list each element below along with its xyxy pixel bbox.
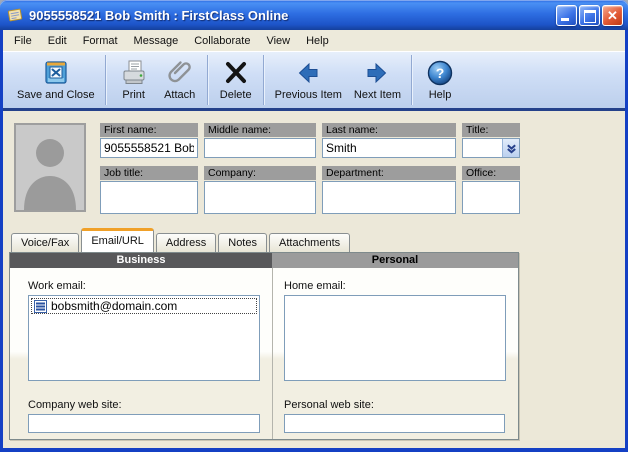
personal-web-site-input[interactable] xyxy=(284,414,505,433)
last-name-input[interactable] xyxy=(322,138,456,158)
next-item-button[interactable]: Next Item xyxy=(348,56,407,104)
toolbar-button-label: Previous Item xyxy=(275,89,342,101)
work-email-text: bobsmith@domain.com xyxy=(51,299,177,313)
first-name-input[interactable] xyxy=(100,138,198,158)
title-select[interactable] xyxy=(462,138,520,158)
menu-item-view[interactable]: View xyxy=(258,32,298,50)
tab-address[interactable]: Address xyxy=(156,233,216,252)
tab-attachments[interactable]: Attachments xyxy=(269,233,350,252)
middle-name-label: Middle name: xyxy=(204,123,316,137)
contact-header-form: First name: Job title: Middle name: Comp… xyxy=(3,111,625,228)
previous-item-icon xyxy=(293,58,323,88)
tab-email-url[interactable]: Email/URL xyxy=(81,228,154,252)
toolbar-separator xyxy=(263,55,265,105)
column-divider xyxy=(272,268,273,439)
toolbar-button-label: Delete xyxy=(220,89,252,101)
person-silhouette-icon xyxy=(16,125,84,210)
work-email-list[interactable]: bobsmith@domain.com xyxy=(28,295,260,381)
attach-icon xyxy=(165,58,195,88)
section-header: Business Personal xyxy=(10,253,518,268)
personal-section-header: Personal xyxy=(272,253,518,268)
maximize-button[interactable] xyxy=(579,5,600,26)
email-url-panel: Business Personal Work email: bobsmith@d… xyxy=(9,252,519,440)
toolbar-button-label: Print xyxy=(122,89,145,101)
window-bottom-strip xyxy=(3,440,625,448)
toolbar-separator xyxy=(207,55,209,105)
contact-card-icon xyxy=(6,6,24,24)
print-button[interactable]: Print xyxy=(111,56,157,104)
toolbar-button-label: Help xyxy=(429,89,452,101)
job-title-input[interactable] xyxy=(100,181,198,214)
business-section-header: Business xyxy=(10,253,272,268)
titlebar[interactable]: 9055558521 Bob Smith : FirstClass Online xyxy=(0,0,628,30)
last-name-label: Last name: xyxy=(322,123,456,137)
print-icon xyxy=(119,58,149,88)
menu-item-help[interactable]: Help xyxy=(298,32,337,50)
office-input[interactable] xyxy=(462,181,520,214)
company-label: Company: xyxy=(204,166,316,180)
toolbar-button-label: Save and Close xyxy=(17,89,95,101)
close-button[interactable] xyxy=(602,5,623,26)
window-controls xyxy=(556,5,623,26)
tab-voice-fax[interactable]: Voice/Fax xyxy=(11,233,79,252)
delete-button[interactable]: Delete xyxy=(213,56,259,104)
menu-item-format[interactable]: Format xyxy=(75,32,126,50)
title-label: Title: xyxy=(462,123,520,137)
previous-item-button[interactable]: Previous Item xyxy=(269,56,348,104)
menu-item-message[interactable]: Message xyxy=(126,32,187,50)
company-web-site-input[interactable] xyxy=(28,414,260,433)
tab-notes[interactable]: Notes xyxy=(218,233,267,252)
attach-button[interactable]: Attach xyxy=(157,56,203,104)
window-title: 9055558521 Bob Smith : FirstClass Online xyxy=(29,8,556,23)
middle-name-input[interactable] xyxy=(204,138,316,158)
contact-photo[interactable] xyxy=(14,123,86,212)
email-address-icon xyxy=(34,300,47,313)
next-item-icon xyxy=(362,58,392,88)
save-and-close-icon xyxy=(41,58,71,88)
company-web-site-label: Company web site: xyxy=(28,399,122,411)
toolbar-button-label: Attach xyxy=(164,89,195,101)
menu-item-collaborate[interactable]: Collaborate xyxy=(186,32,258,50)
work-email-entry[interactable]: bobsmith@domain.com xyxy=(31,298,257,314)
department-label: Department: xyxy=(322,166,456,180)
chevron-down-icon[interactable] xyxy=(502,139,519,157)
home-email-label: Home email: xyxy=(284,280,346,292)
help-icon: ? xyxy=(425,58,455,88)
tab-bar: Voice/Fax Email/URL Address Notes Attach… xyxy=(3,228,625,252)
save-and-close-button[interactable]: Save and Close xyxy=(11,56,101,104)
name-fields-grid: First name: Job title: Middle name: Comp… xyxy=(100,123,520,228)
minimize-button[interactable] xyxy=(556,5,577,26)
firstclass-contact-window: 9055558521 Bob Smith : FirstClass Online… xyxy=(0,0,628,452)
toolbar-button-label: Next Item xyxy=(354,89,401,101)
help-button[interactable]: ? Help xyxy=(417,56,463,104)
toolbar: Save and Close Print xyxy=(3,52,625,111)
work-email-label: Work email: xyxy=(28,280,86,292)
toolbar-separator xyxy=(105,55,107,105)
personal-web-site-label: Personal web site: xyxy=(284,399,374,411)
company-input[interactable] xyxy=(204,181,316,214)
job-title-label: Job title: xyxy=(100,166,198,180)
svg-text:?: ? xyxy=(436,65,445,81)
department-input[interactable] xyxy=(322,181,456,214)
office-label: Office: xyxy=(462,166,520,180)
menu-item-edit[interactable]: Edit xyxy=(40,32,75,50)
toolbar-separator xyxy=(411,55,413,105)
title-select-value xyxy=(463,139,502,157)
menu-item-file[interactable]: File xyxy=(6,32,40,50)
home-email-list[interactable] xyxy=(284,295,506,381)
first-name-label: First name: xyxy=(100,123,198,137)
delete-icon xyxy=(221,58,251,88)
menubar: File Edit Format Message Collaborate Vie… xyxy=(3,30,625,52)
